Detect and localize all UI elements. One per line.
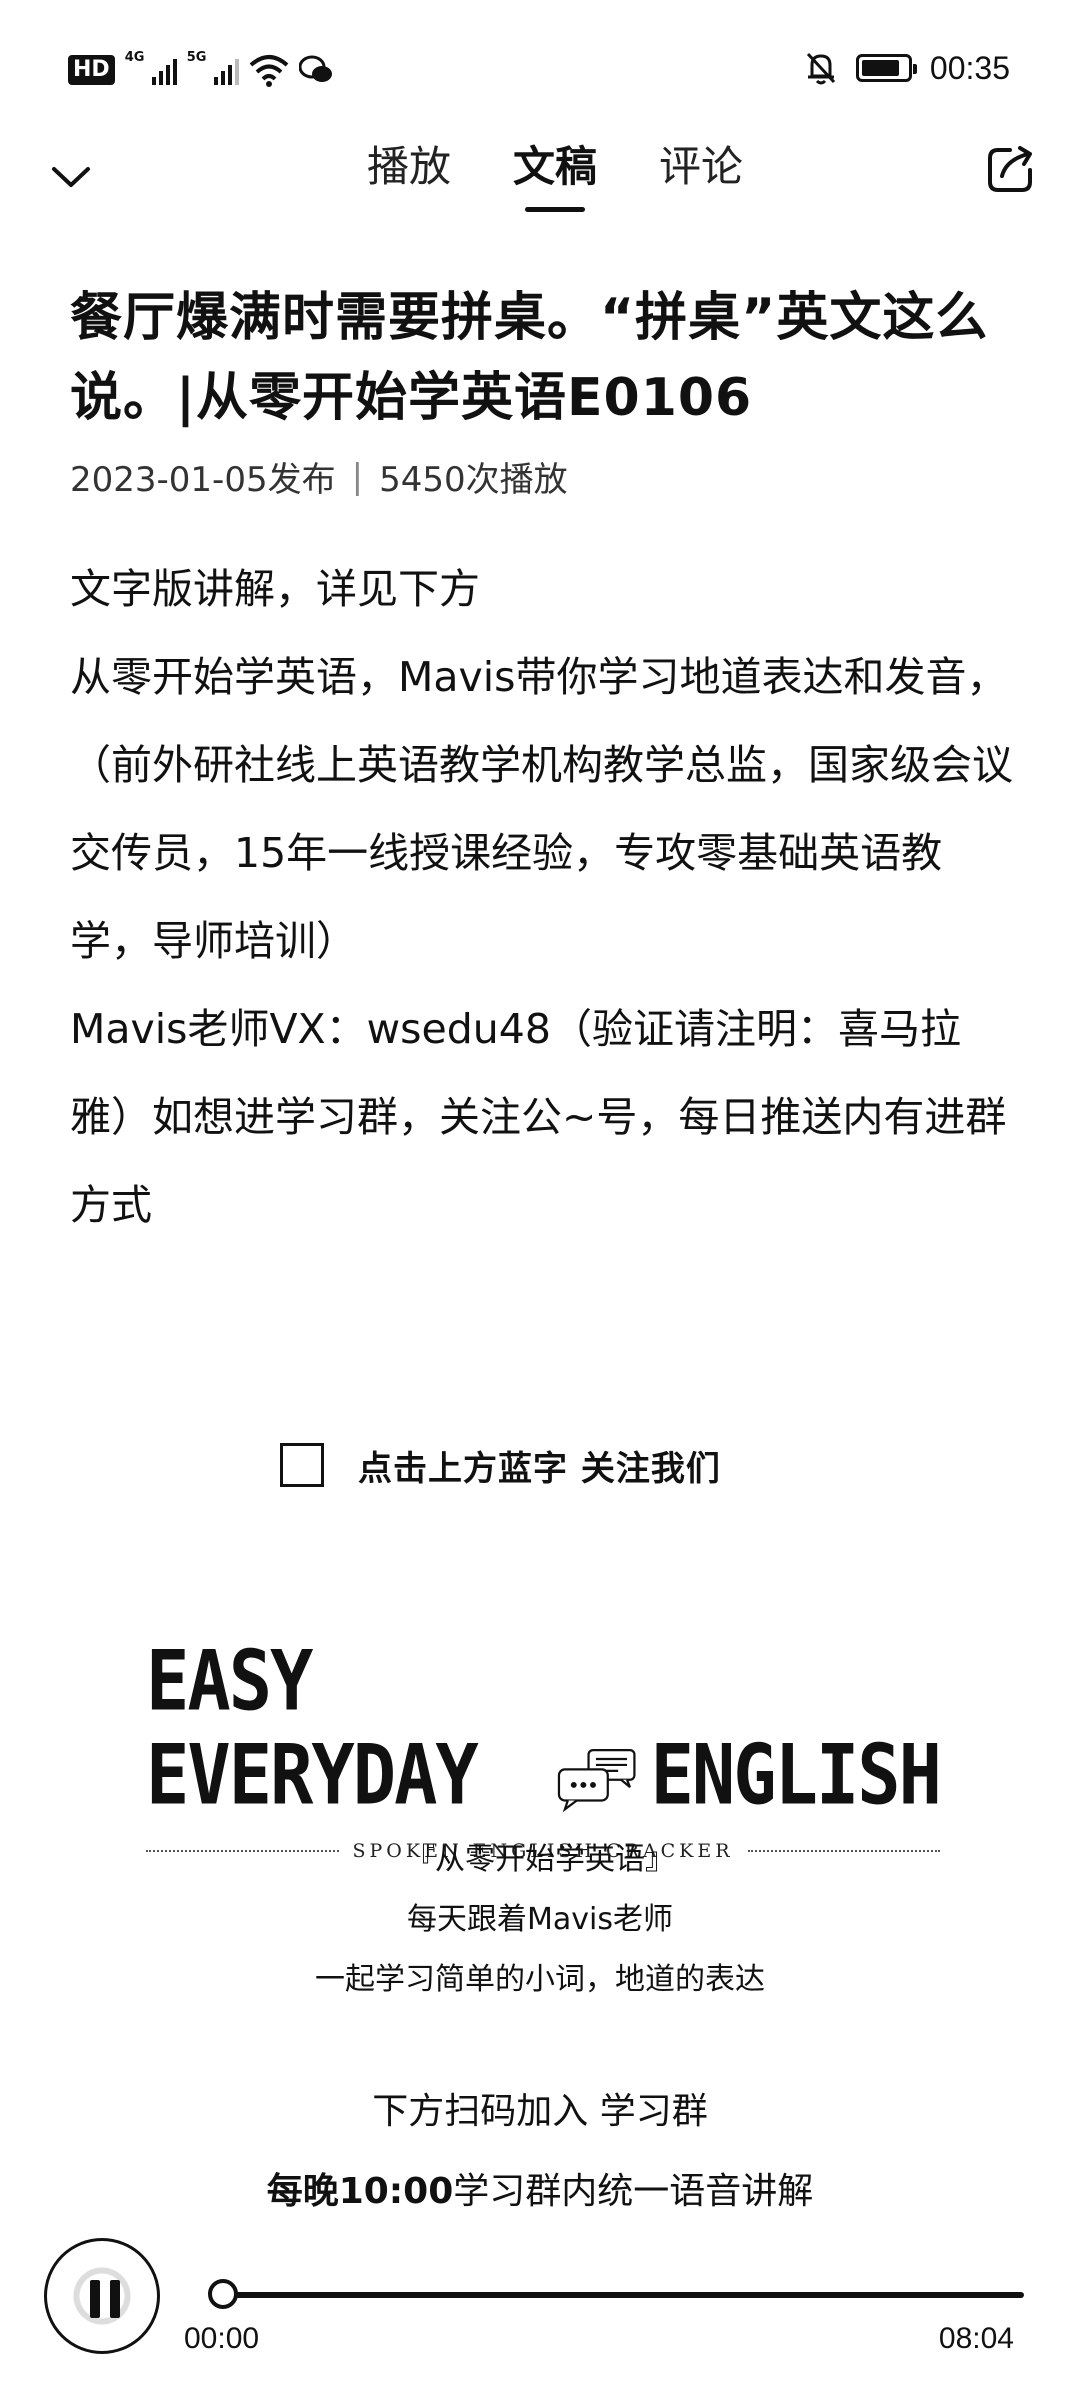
wechat-icon [298, 55, 332, 82]
nightly-line: 每晚10:00学习群内统一语音讲解 [0, 2152, 1080, 2232]
follow-prompt: 点击上方蓝字 关注我们 [280, 1440, 721, 1490]
status-bar: HD 4G 5G 00:35 [0, 0, 1080, 130]
join-line: 下方扫码加入 学习群 [372, 2091, 708, 2132]
progress-handle[interactable] [208, 2279, 238, 2309]
signal-4g-icon: 4G [124, 50, 177, 87]
publish-date: 2023-01-05发布 [70, 460, 336, 500]
header-nav: 播放 文稿 评论 [0, 130, 1080, 230]
nightly-time: 每晚10:00 [266, 2171, 454, 2212]
logo-text-left: EASY EVERYDAY [146, 1632, 479, 1824]
status-right: 00:35 [804, 46, 1010, 90]
tab-bar: 播放 文稿 评论 [0, 130, 1080, 230]
signal-5g-icon: 5G [186, 50, 239, 87]
net-label-2: 5G [186, 50, 207, 65]
total-time: 08:04 [938, 2322, 1014, 2355]
transcript: 餐厅爆满时需要拼桌。“拼桌”英文这么说。|从零开始学英语E0106 2023-0… [70, 278, 1020, 1249]
clock: 00:35 [929, 49, 1010, 86]
episode-title: 餐厅爆满时需要拼桌。“拼桌”英文这么说。|从零开始学英语E0106 [70, 288, 989, 428]
promo-text: 『从零开始学英语』 每天跟着Mavis老师 一起学习简单的小词，地道的表达 [0, 1830, 1080, 2010]
share-icon [988, 146, 1032, 192]
status-left: HD 4G 5G [68, 50, 333, 90]
current-time: 00:00 [184, 2322, 260, 2355]
play-count: 5450次播放 [379, 460, 568, 500]
tab-transcript[interactable]: 文稿 [513, 130, 597, 230]
episode-meta: 2023-01-05发布 | 5450次播放 [70, 452, 1020, 501]
brand-logo: EASY EVERYDAY ENGLISH SPOKEN ENGLISH CRA… [146, 1633, 942, 1862]
transcript-body: 文字版讲解，详见下方 从零开始学英语，Mavis带你学习地道表达和发音，（前外研… [70, 545, 1020, 1249]
share-button[interactable] [980, 140, 1040, 200]
mini-player: 00:00 08:04 [0, 2230, 1080, 2387]
logo-row: EASY EVERYDAY ENGLISH [146, 1633, 942, 1824]
paragraph: 文字版讲解，详见下方 [70, 565, 480, 613]
net-label-1: 4G [124, 50, 145, 65]
wifi-icon [249, 55, 289, 87]
progress-track[interactable] [218, 2292, 1024, 2298]
tab-play[interactable]: 播放 [367, 130, 451, 230]
hd-badge: HD [68, 55, 115, 85]
follow-text: 点击上方蓝字 关注我们 [358, 1448, 721, 1489]
logo-text-right: ENGLISH [650, 1726, 942, 1824]
tab-comments[interactable]: 评论 [659, 130, 743, 230]
paragraph: 从零开始学英语，Mavis带你学习地道表达和发音，（前外研社线上英语教学机构教学… [70, 653, 1013, 965]
album-cover[interactable] [44, 2238, 160, 2354]
pause-icon[interactable] [83, 2277, 127, 2321]
chat-bubbles-icon [557, 1749, 636, 1813]
nightly-text: 学习群内统一语音讲解 [453, 2171, 814, 2212]
battery-icon [855, 54, 917, 82]
join-info: 下方扫码加入 学习群 每晚10:00学习群内统一语音讲解 [0, 2072, 1080, 2232]
checkbox-icon [280, 1443, 324, 1487]
meta-separator: | [351, 456, 364, 497]
paragraph: Mavis老师VX：wsedu48（验证请注明：喜马拉雅）如想进学习群，关注公~… [70, 1005, 1007, 1229]
promo-line: 每天跟着Mavis老师 [407, 1902, 673, 1937]
promo-line: 一起学习简单的小词，地道的表达 [315, 1962, 765, 1997]
promo-line: 『从零开始学英语』 [405, 1842, 675, 1877]
page: HD 4G 5G 00:35 播放 文稿 评论 餐厅爆满时需要拼桌。“拼桌”英文… [0, 0, 1080, 2387]
mute-bell-icon [806, 52, 836, 85]
